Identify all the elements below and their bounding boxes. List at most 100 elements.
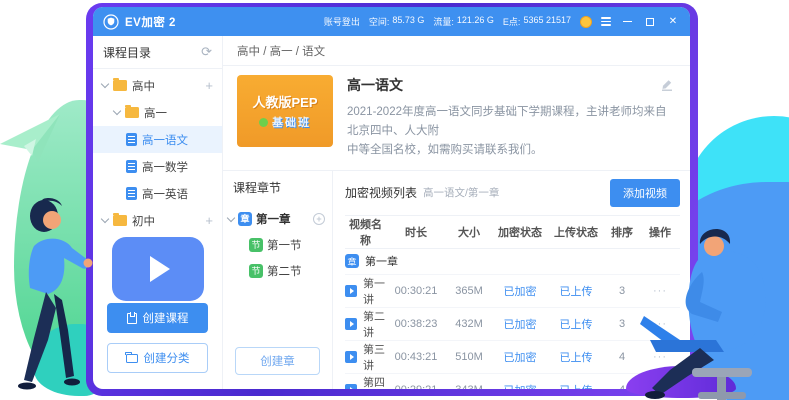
encrypt-status[interactable]: 已加密 — [492, 340, 548, 373]
col-encrypt-status: 加密状态 — [492, 215, 548, 248]
epoint-stat-label: E点: — [503, 15, 521, 28]
document-icon — [126, 187, 137, 200]
play-icon — [150, 256, 170, 282]
close-icon: ✕ — [669, 17, 677, 27]
page: EV加密 2 账号登出 空间: 85.73 G 流量: 121.26 G E点:… — [0, 0, 789, 400]
paper-plane-illustration — [0, 108, 64, 168]
sidebar-item-grade1[interactable]: 高一 — [93, 99, 222, 126]
course-desc-line1: 2021-2022年度高一语文同步基础下学期课程，主讲老师均来自北京四中、人大附 — [347, 103, 676, 141]
sidebar-item-high-school[interactable]: 高中 + — [93, 72, 222, 99]
maximize-button[interactable] — [643, 15, 657, 29]
course-directory-title: 课程目录 — [103, 44, 151, 61]
space-stat-value: 85.73 G — [392, 15, 424, 28]
add-category-icon[interactable]: + — [205, 78, 213, 93]
cover-series-text: 基础班 — [259, 114, 311, 130]
chevron-down-icon[interactable] — [227, 214, 235, 222]
create-chapter-button[interactable]: 创建章 — [235, 347, 320, 375]
course-card: 人教版PEP 基础班 高一语文 2021-2022年度高一语文同步基础下学期课程… — [223, 66, 690, 166]
video-play-icon[interactable] — [345, 384, 357, 389]
video-name: 第三讲 — [363, 341, 386, 373]
chapter-badge-icon: 章 — [345, 254, 359, 268]
chapter-label: 第一章 — [256, 211, 291, 227]
video-list-subtitle: 高一语文/第一章 — [423, 185, 499, 200]
video-duration: 00:43:21 — [386, 340, 446, 373]
section-badge-icon: 节 — [249, 264, 263, 278]
create-category-button[interactable]: 创建分类 — [107, 343, 208, 373]
create-category-label: 创建分类 — [144, 350, 190, 366]
edit-icon[interactable] — [660, 78, 674, 92]
folder-icon — [113, 215, 127, 226]
video-play-icon[interactable] — [345, 285, 357, 297]
video-size: 510M — [446, 340, 492, 373]
encrypt-status[interactable]: 已加密 — [492, 307, 548, 340]
chapter-item[interactable]: 章 第一章 + — [223, 206, 332, 232]
create-course-button[interactable]: 创建课程 — [107, 303, 208, 333]
document-icon — [126, 133, 137, 146]
minimize-button[interactable] — [620, 15, 634, 29]
play-button-graphic[interactable] — [112, 237, 204, 301]
course-description: 2021-2022年度高一语文同步基础下学期课程，主讲老师均来自北京四中、人大附… — [347, 103, 676, 160]
chapter-badge-icon: 章 — [238, 212, 252, 226]
woman-illustration — [6, 186, 104, 398]
video-sort: 3 — [604, 307, 640, 340]
account-logout-link[interactable]: 账号登出 — [324, 15, 360, 28]
encrypt-status[interactable]: 已加密 — [492, 373, 548, 389]
upload-status[interactable]: 已上传 — [548, 373, 604, 389]
section-item[interactable]: 节 第二节 — [223, 258, 332, 284]
titlebar-right: 账号登出 空间: 85.73 G 流量: 121.26 G E点: 5365 2… — [324, 15, 680, 29]
section-label: 第二节 — [267, 263, 302, 279]
create-course-label: 创建课程 — [143, 310, 189, 326]
add-category-icon[interactable]: + — [205, 213, 213, 228]
play-area — [93, 234, 222, 303]
group-row-label: 第一章 — [365, 253, 398, 269]
video-size: 432M — [446, 307, 492, 340]
course-tree: 高中 + 高一 高一语文 — [93, 69, 222, 234]
sidebar-header: 课程目录 ⟳ — [93, 36, 222, 69]
sidebar-item-math[interactable]: 高一数学 — [93, 153, 222, 180]
table-row[interactable]: 第三讲 00:43:21 510M 已加密 已上传 4 ··· — [345, 340, 680, 373]
encrypt-status[interactable]: 已加密 — [492, 274, 548, 307]
lower-panels: 课程章节 章 第一章 + 节 第一节 — [223, 170, 690, 389]
tree-label: 高一英语 — [142, 186, 188, 202]
col-size: 大小 — [446, 215, 492, 248]
add-video-button[interactable]: 添加视频 — [610, 179, 680, 207]
upload-status[interactable]: 已上传 — [548, 274, 604, 307]
upload-status[interactable]: 已上传 — [548, 307, 604, 340]
breadcrumb[interactable]: 高中 / 高一 / 语文 — [223, 36, 690, 66]
close-button[interactable]: ✕ — [666, 15, 680, 29]
chevron-down-icon[interactable] — [101, 80, 109, 88]
videos-panel: 加密视频列表 高一语文/第一章 添加视频 — [333, 171, 690, 389]
app-window: EV加密 2 账号登出 空间: 85.73 G 流量: 121.26 G E点:… — [93, 7, 690, 389]
app-title: EV加密 2 — [125, 14, 176, 30]
video-name: 第二讲 — [363, 308, 386, 340]
chevron-down-icon[interactable] — [113, 107, 121, 115]
video-play-icon[interactable] — [345, 351, 357, 363]
sidebar-item-chinese[interactable]: 高一语文 — [93, 126, 222, 153]
table-header-row: 视频名称 时长 大小 加密状态 上传状态 排序 操作 — [345, 215, 680, 248]
titlebar: EV加密 2 账号登出 空间: 85.73 G 流量: 121.26 G E点:… — [93, 7, 690, 36]
epoint-stat-value: 5365 21517 — [523, 15, 571, 28]
epoint-stat: E点: 5365 21517 — [503, 15, 571, 28]
course-cover-image: 人教版PEP 基础班 — [237, 75, 333, 147]
sidebar-item-english[interactable]: 高一英语 — [93, 180, 222, 207]
refresh-icon[interactable]: ⟳ — [201, 44, 212, 60]
document-icon — [126, 160, 137, 173]
upload-status[interactable]: 已上传 — [548, 340, 604, 373]
coin-icon[interactable] — [580, 16, 592, 28]
course-title: 高一语文 — [347, 75, 676, 95]
table-row[interactable]: 第二讲 00:38:23 432M 已加密 已上传 3 ··· — [345, 307, 680, 340]
section-item[interactable]: 节 第一节 — [223, 232, 332, 258]
sidebar: 课程目录 ⟳ 高中 + 高一 — [93, 36, 223, 389]
tree-label: 高中 — [132, 78, 155, 94]
video-duration: 00:29:21 — [386, 373, 446, 389]
chapter-group-row[interactable]: 章 第一章 — [345, 248, 680, 274]
add-section-icon[interactable]: + — [313, 213, 325, 225]
traffic-stat: 流量: 121.26 G — [433, 15, 494, 28]
tree-label: 初中 — [132, 213, 155, 229]
sidebar-item-middle-school[interactable]: 初中 + — [93, 207, 222, 234]
table-row[interactable]: 第一讲 00:30:21 365M 已加密 已上传 3 ··· — [345, 274, 680, 307]
menu-icon[interactable] — [601, 17, 611, 26]
video-size: 343M — [446, 373, 492, 389]
col-video-name: 视频名称 — [345, 215, 386, 248]
video-play-icon[interactable] — [345, 318, 357, 330]
